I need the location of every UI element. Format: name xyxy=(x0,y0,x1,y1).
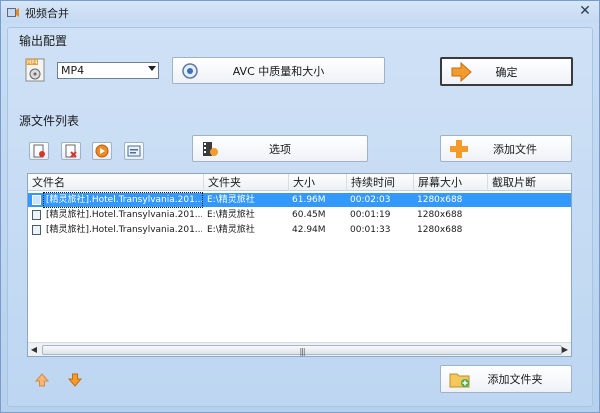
cell-screen: 1280x688 xyxy=(417,195,463,205)
window: 视频合并 ✕ 输出配置 MP4 MP4 AVC 中质量和大小 确定 源文件列表 xyxy=(0,0,600,413)
table-row[interactable]: [精灵旅社].Hotel.Transylvania.201... E:\精灵旅社… xyxy=(28,192,571,208)
new-doc-button[interactable] xyxy=(29,142,49,160)
cell-duration: 00:02:03 xyxy=(350,195,391,205)
table-header: 文件名 文件夹 大小 持续时间 屏幕大小 截取片断 xyxy=(28,174,571,191)
confirm-label: 确定 xyxy=(495,65,518,79)
cell-screen: 1280x688 xyxy=(417,225,463,235)
table-row[interactable]: [精灵旅社].Hotel.Transylvania.201... E:\精灵旅社… xyxy=(28,208,571,222)
new-doc-icon xyxy=(33,144,45,158)
column-header[interactable]: 屏幕大小 xyxy=(414,174,488,191)
remove-doc-icon xyxy=(65,144,77,158)
cell-screen: 1280x688 xyxy=(417,210,463,220)
close-icon[interactable]: ✕ xyxy=(577,3,593,19)
quality-button[interactable]: AVC 中质量和大小 xyxy=(172,57,385,84)
cell-size: 42.94M xyxy=(292,225,326,235)
scroll-right-icon[interactable]: ▶ xyxy=(559,343,571,357)
column-header[interactable]: 大小 xyxy=(289,174,347,191)
film-icon xyxy=(7,8,19,17)
cell-clip xyxy=(489,223,569,237)
cell-clip xyxy=(489,193,569,207)
cell-name: [精灵旅社].Hotel.Transylvania.201... xyxy=(46,225,202,235)
cell-size: 61.96M xyxy=(292,195,326,205)
arrow-right-icon xyxy=(451,61,472,82)
info-button[interactable] xyxy=(124,142,144,160)
sources-section-label: 源文件列表 xyxy=(19,114,80,128)
cell-duration: 00:01:33 xyxy=(350,225,391,235)
folder-add-icon xyxy=(449,373,470,388)
cell-folder: E:\精灵旅社 xyxy=(207,210,255,220)
cell-name: [精灵旅社].Hotel.Transylvania.201... xyxy=(43,192,203,208)
format-select[interactable]: MP4 xyxy=(57,62,159,79)
cell-size: 60.45M xyxy=(292,210,326,220)
column-header[interactable]: 持续时间 xyxy=(347,174,414,191)
file-table[interactable]: 文件名 文件夹 大小 持续时间 屏幕大小 截取片断 [精灵旅社].Hotel.T… xyxy=(27,173,572,357)
table-row[interactable]: [精灵旅社].Hotel.Transylvania.201... E:\精灵旅社… xyxy=(28,223,571,237)
info-icon xyxy=(127,145,141,157)
play-icon xyxy=(95,144,109,158)
cell-folder: E:\精灵旅社 xyxy=(207,195,255,205)
add-folder-label: 添加文件夹 xyxy=(487,373,543,386)
add-file-button[interactable]: 添加文件 xyxy=(440,135,572,162)
column-header[interactable]: 文件夹 xyxy=(204,174,289,191)
scroll-thumb[interactable]: ||| xyxy=(42,345,562,356)
grip-icon: ||| xyxy=(299,347,305,356)
play-button[interactable] xyxy=(92,142,112,160)
output-section-label: 输出配置 xyxy=(19,34,68,48)
svg-text:MP4: MP4 xyxy=(27,60,38,66)
arrow-down-icon[interactable] xyxy=(67,372,83,388)
chevron-down-icon xyxy=(148,66,156,71)
cell-duration: 00:01:19 xyxy=(350,210,391,220)
window-title: 视频合并 xyxy=(25,7,69,20)
add-file-label: 添加文件 xyxy=(493,142,537,156)
confirm-button[interactable]: 确定 xyxy=(440,57,573,86)
options-button[interactable]: 选项 xyxy=(192,135,368,162)
title-bar: 视频合并 ✕ xyxy=(1,1,599,23)
add-folder-button[interactable]: 添加文件夹 xyxy=(440,365,572,393)
cell-name: [精灵旅社].Hotel.Transylvania.201... xyxy=(46,210,202,220)
format-select-value: MP4 xyxy=(61,64,85,77)
file-icon xyxy=(32,210,41,220)
file-icon xyxy=(32,225,41,235)
film-options-icon xyxy=(203,141,218,156)
settings-disc-icon xyxy=(182,62,198,79)
options-label: 选项 xyxy=(269,142,291,156)
cell-folder: E:\精灵旅社 xyxy=(207,225,255,235)
cell-clip xyxy=(489,208,569,222)
horizontal-scrollbar[interactable]: ◀ ||| ▶ xyxy=(28,342,571,356)
mp4-file-icon: MP4 xyxy=(25,58,45,82)
scroll-left-icon[interactable]: ◀ xyxy=(28,343,40,357)
remove-doc-button[interactable] xyxy=(61,142,81,160)
quality-label: AVC 中质量和大小 xyxy=(232,64,325,78)
plus-icon xyxy=(450,139,468,158)
file-icon xyxy=(32,195,41,205)
column-header[interactable]: 文件名 xyxy=(28,174,204,191)
arrow-up-icon[interactable] xyxy=(34,372,50,388)
column-header[interactable]: 截取片断 xyxy=(488,174,571,191)
